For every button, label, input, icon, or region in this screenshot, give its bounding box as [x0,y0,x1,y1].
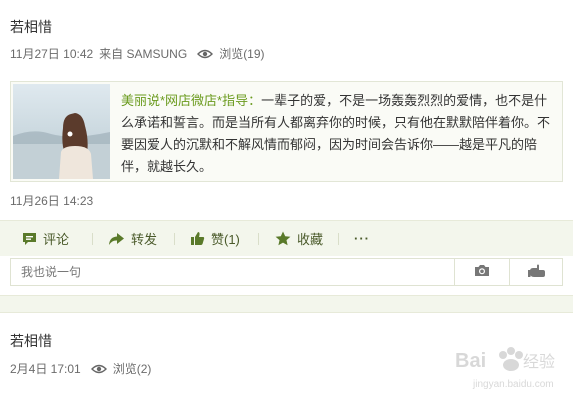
emoji-button[interactable] [509,259,564,285]
shared-thumbnail[interactable] [13,84,110,179]
repost-arrow-icon [108,232,125,246]
like-label: 赞(1) [211,232,240,247]
svg-text:jingyan.baidu.com: jingyan.baidu.com [472,379,554,390]
comment-box [10,258,563,286]
divider [174,233,175,245]
shared-date[interactable]: 11月26日 14:23 [10,192,93,209]
post-date[interactable]: 11月27日 10:42 [10,45,93,62]
post-card: 若相惜 2月4日 17:01 浏览(2) Bai 经验 jingyan.baid… [0,312,573,403]
author-name[interactable]: 若相惜 [10,17,52,37]
svg-text:经验: 经验 [523,353,555,371]
eye-icon [197,49,214,59]
camera-icon [474,264,490,280]
svg-text:Bai: Bai [455,350,486,372]
favorite-button[interactable]: 收藏 [275,221,323,257]
comment-label: 评论 [43,232,70,247]
more-icon: ··· [354,231,370,246]
more-button[interactable]: ··· [354,221,370,257]
like-button[interactable]: 赞(1) [190,221,240,257]
pointing-hand-icon [528,264,546,281]
view-count: 浏览(19) [219,47,265,61]
photo-button[interactable] [454,259,509,285]
eye-icon [90,364,107,374]
post-card: 若相惜 11月27日 10:42 来自 SAMSUNG 浏览(19) 美丽说*网… [0,0,573,296]
divider [338,233,339,245]
repost-button[interactable]: 转发 [108,221,157,257]
repost-label: 转发 [131,232,158,247]
author-name[interactable]: 若相惜 [10,331,52,351]
comment-input[interactable] [11,259,454,285]
divider [92,233,93,245]
shared-text: 美丽说*网店微店*指导：一辈子的爱，不是一场轰轰烈烈的爱情，也不是什么承诺和誓言… [121,90,557,178]
favorite-label: 收藏 [297,232,324,247]
post-meta: 2月4日 17:01 浏览(2) [10,360,151,377]
shared-source-link[interactable]: 美丽说*网店微店*指导： [121,93,261,108]
view-count: 浏览(2) [112,362,152,376]
action-bar: 评论 转发 赞(1) 收藏 ··· [0,220,573,256]
baidu-watermark-logo: Bai 经验 jingyan.baidu.com [451,337,561,397]
comment-button[interactable]: 评论 [22,221,69,257]
post-source: 来自 SAMSUNG [99,47,188,61]
star-icon [275,231,291,246]
post-meta: 11月27日 10:42 来自 SAMSUNG 浏览(19) [10,45,265,62]
post-date[interactable]: 2月4日 17:01 [10,360,81,377]
divider [258,233,259,245]
shared-card[interactable]: 美丽说*网店微店*指导：一辈子的爱，不是一场轰轰烈烈的爱情，也不是什么承诺和誓言… [10,81,563,182]
comment-icon [22,232,37,246]
thumbs-up-icon [190,231,205,246]
